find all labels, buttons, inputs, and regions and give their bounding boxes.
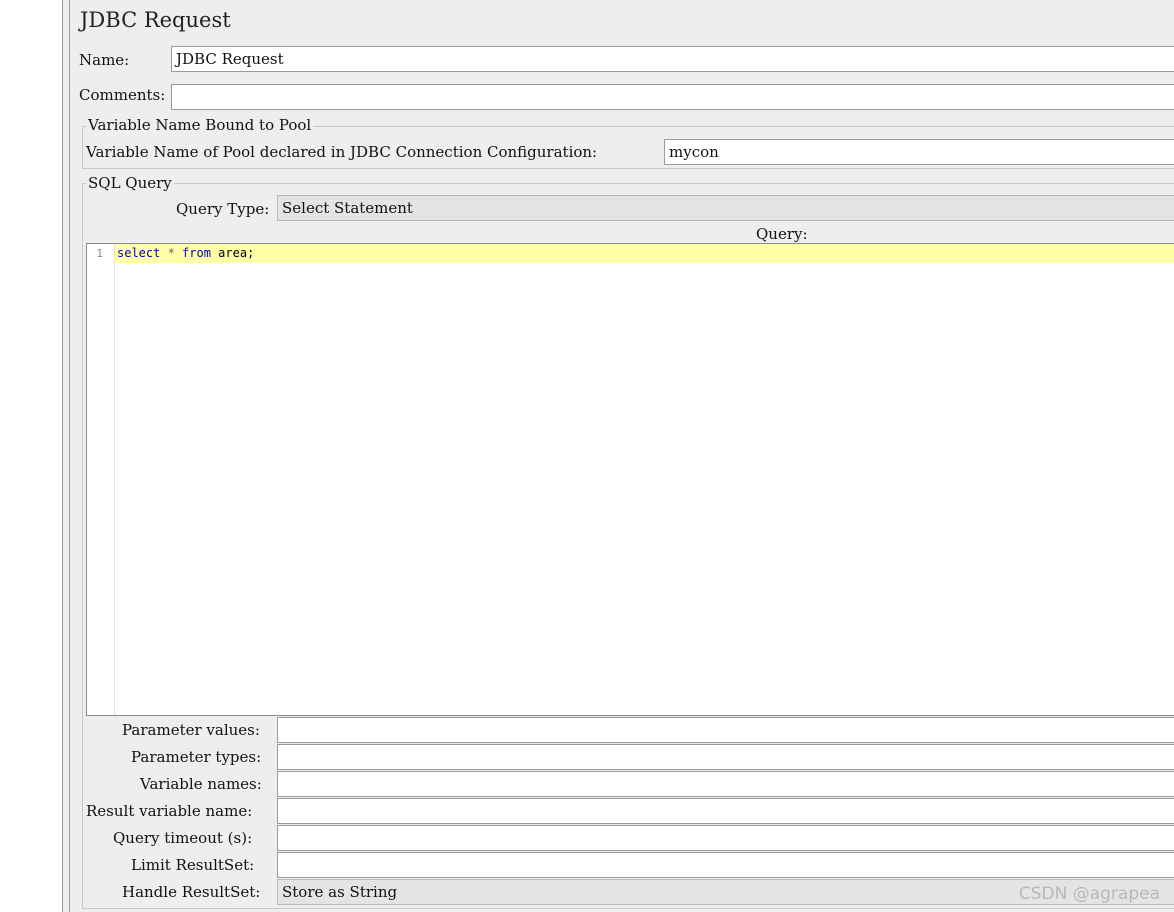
- tree-pane-edge: [0, 0, 62, 912]
- sql-keyword-select: select: [117, 246, 161, 260]
- watermark-text: CSDN @agrapea: [1018, 884, 1160, 904]
- query-timeout-field[interactable]: [277, 825, 1174, 851]
- query-type-select[interactable]: Select Statement: [277, 195, 1174, 221]
- sql-query-group-title: SQL Query: [86, 174, 174, 192]
- sql-query-editor[interactable]: 1 select * from area;: [86, 243, 1174, 716]
- variable-names-label: Variable names:: [140, 775, 262, 793]
- jdbc-request-panel: JDBC Request Name: JDBC Request Comments…: [70, 0, 1174, 912]
- sql-operator: *: [160, 246, 183, 260]
- parameter-values-label: Parameter values:: [122, 721, 260, 739]
- name-label: Name:: [79, 51, 130, 69]
- query-type-label: Query Type:: [176, 200, 270, 218]
- line-number: 1: [96, 247, 103, 260]
- limit-resultset-label: Limit ResultSet:: [131, 856, 255, 874]
- result-variable-name-label: Result variable name:: [86, 802, 253, 820]
- pane-splitter[interactable]: [62, 0, 70, 912]
- panel-title: JDBC Request: [80, 8, 231, 32]
- limit-resultset-field[interactable]: [277, 852, 1174, 878]
- query-label: Query:: [756, 225, 808, 243]
- parameter-types-field[interactable]: [277, 744, 1174, 770]
- comments-label: Comments:: [79, 86, 166, 104]
- sql-identifier: area;: [210, 246, 255, 260]
- result-variable-name-field[interactable]: [277, 798, 1174, 824]
- parameter-types-label: Parameter types:: [131, 748, 262, 766]
- comments-field[interactable]: [171, 84, 1174, 110]
- pool-name-label: Variable Name of Pool declared in JDBC C…: [86, 143, 598, 161]
- name-field[interactable]: JDBC Request: [171, 46, 1174, 72]
- variable-names-field[interactable]: [277, 771, 1174, 797]
- handle-resultset-label: Handle ResultSet:: [122, 883, 261, 901]
- sql-keyword-from: from: [182, 246, 211, 260]
- pool-group-title: Variable Name Bound to Pool: [86, 116, 314, 134]
- code-line-current[interactable]: select * from area;: [115, 244, 1174, 263]
- pool-name-field[interactable]: mycon: [664, 139, 1174, 165]
- parameter-values-field[interactable]: [277, 717, 1174, 743]
- query-timeout-label: Query timeout (s):: [113, 829, 253, 847]
- editor-line-gutter: 1: [87, 244, 115, 715]
